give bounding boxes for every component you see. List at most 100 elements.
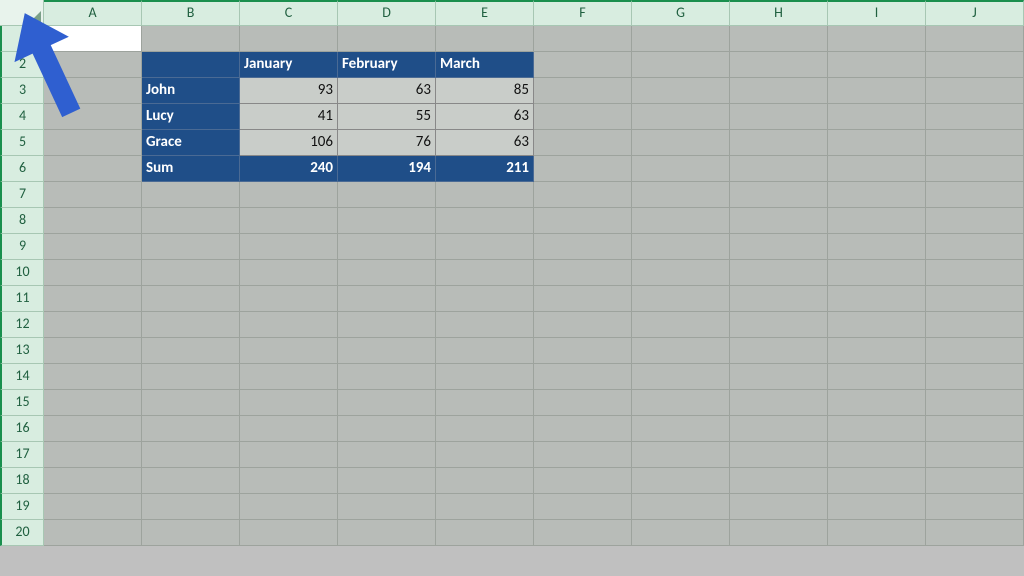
cell-C17[interactable] — [240, 442, 338, 468]
column-header-C[interactable]: C — [240, 0, 338, 26]
select-all-corner[interactable] — [0, 0, 44, 26]
cell-A6[interactable] — [44, 156, 142, 182]
cell-G17[interactable] — [632, 442, 730, 468]
cell-J20[interactable] — [926, 520, 1024, 546]
cell-G12[interactable] — [632, 312, 730, 338]
cell-G7[interactable] — [632, 182, 730, 208]
cell-A4[interactable] — [44, 104, 142, 130]
cell-B2[interactable] — [142, 52, 240, 78]
cell-B18[interactable] — [142, 468, 240, 494]
row-header-14[interactable]: 14 — [0, 364, 44, 390]
cell-H11[interactable] — [730, 286, 828, 312]
cell-G16[interactable] — [632, 416, 730, 442]
cell-C10[interactable] — [240, 260, 338, 286]
cell-J15[interactable] — [926, 390, 1024, 416]
cell-E7[interactable] — [436, 182, 534, 208]
cell-D9[interactable] — [338, 234, 436, 260]
cell-H2[interactable] — [730, 52, 828, 78]
column-header-H[interactable]: H — [730, 0, 828, 26]
cell-A20[interactable] — [44, 520, 142, 546]
row-header-2[interactable]: 2 — [0, 52, 44, 78]
column-header-J[interactable]: J — [926, 0, 1024, 26]
cell-B14[interactable] — [142, 364, 240, 390]
cell-I17[interactable] — [828, 442, 926, 468]
cell-F17[interactable] — [534, 442, 632, 468]
cell-B4[interactable]: Lucy — [142, 104, 240, 130]
cell-D19[interactable] — [338, 494, 436, 520]
cell-J19[interactable] — [926, 494, 1024, 520]
cell-C16[interactable] — [240, 416, 338, 442]
cell-F10[interactable] — [534, 260, 632, 286]
cell-D3[interactable]: 63 — [338, 78, 436, 104]
cell-I4[interactable] — [828, 104, 926, 130]
cell-B12[interactable] — [142, 312, 240, 338]
cell-F15[interactable] — [534, 390, 632, 416]
cell-E20[interactable] — [436, 520, 534, 546]
cell-C1[interactable] — [240, 26, 338, 52]
column-header-A[interactable]: A — [44, 0, 142, 26]
cell-F18[interactable] — [534, 468, 632, 494]
cell-G8[interactable] — [632, 208, 730, 234]
cell-J12[interactable] — [926, 312, 1024, 338]
cell-F16[interactable] — [534, 416, 632, 442]
cell-D5[interactable]: 76 — [338, 130, 436, 156]
cell-F7[interactable] — [534, 182, 632, 208]
cell-F6[interactable] — [534, 156, 632, 182]
cell-D16[interactable] — [338, 416, 436, 442]
cell-F1[interactable] — [534, 26, 632, 52]
cell-G1[interactable] — [632, 26, 730, 52]
cell-A18[interactable] — [44, 468, 142, 494]
cell-A3[interactable] — [44, 78, 142, 104]
cell-F5[interactable] — [534, 130, 632, 156]
cell-E3[interactable]: 85 — [436, 78, 534, 104]
cell-I19[interactable] — [828, 494, 926, 520]
cell-C14[interactable] — [240, 364, 338, 390]
cell-J9[interactable] — [926, 234, 1024, 260]
cell-G20[interactable] — [632, 520, 730, 546]
cell-H18[interactable] — [730, 468, 828, 494]
cell-D17[interactable] — [338, 442, 436, 468]
cell-A14[interactable] — [44, 364, 142, 390]
cell-G4[interactable] — [632, 104, 730, 130]
cell-A17[interactable] — [44, 442, 142, 468]
cell-I10[interactable] — [828, 260, 926, 286]
cell-D2[interactable]: February — [338, 52, 436, 78]
cell-J13[interactable] — [926, 338, 1024, 364]
cell-H7[interactable] — [730, 182, 828, 208]
cell-H14[interactable] — [730, 364, 828, 390]
cell-E13[interactable] — [436, 338, 534, 364]
row-header-9[interactable]: 9 — [0, 234, 44, 260]
cell-I16[interactable] — [828, 416, 926, 442]
cell-G13[interactable] — [632, 338, 730, 364]
cell-B11[interactable] — [142, 286, 240, 312]
cell-E11[interactable] — [436, 286, 534, 312]
cell-J14[interactable] — [926, 364, 1024, 390]
cell-H8[interactable] — [730, 208, 828, 234]
cell-E14[interactable] — [436, 364, 534, 390]
cell-J18[interactable] — [926, 468, 1024, 494]
row-header-6[interactable]: 6 — [0, 156, 44, 182]
column-header-G[interactable]: G — [632, 0, 730, 26]
cell-B17[interactable] — [142, 442, 240, 468]
row-header-1[interactable]: 1 — [0, 26, 44, 52]
cell-E18[interactable] — [436, 468, 534, 494]
cell-E9[interactable] — [436, 234, 534, 260]
cell-D4[interactable]: 55 — [338, 104, 436, 130]
cell-A8[interactable] — [44, 208, 142, 234]
cell-E1[interactable] — [436, 26, 534, 52]
cell-C11[interactable] — [240, 286, 338, 312]
cell-I11[interactable] — [828, 286, 926, 312]
cell-G18[interactable] — [632, 468, 730, 494]
cell-A12[interactable] — [44, 312, 142, 338]
cell-F8[interactable] — [534, 208, 632, 234]
row-header-4[interactable]: 4 — [0, 104, 44, 130]
row-header-16[interactable]: 16 — [0, 416, 44, 442]
cell-H17[interactable] — [730, 442, 828, 468]
cell-J10[interactable] — [926, 260, 1024, 286]
row-header-13[interactable]: 13 — [0, 338, 44, 364]
cell-E5[interactable]: 63 — [436, 130, 534, 156]
cell-A15[interactable] — [44, 390, 142, 416]
cell-B9[interactable] — [142, 234, 240, 260]
column-header-I[interactable]: I — [828, 0, 926, 26]
cell-A16[interactable] — [44, 416, 142, 442]
